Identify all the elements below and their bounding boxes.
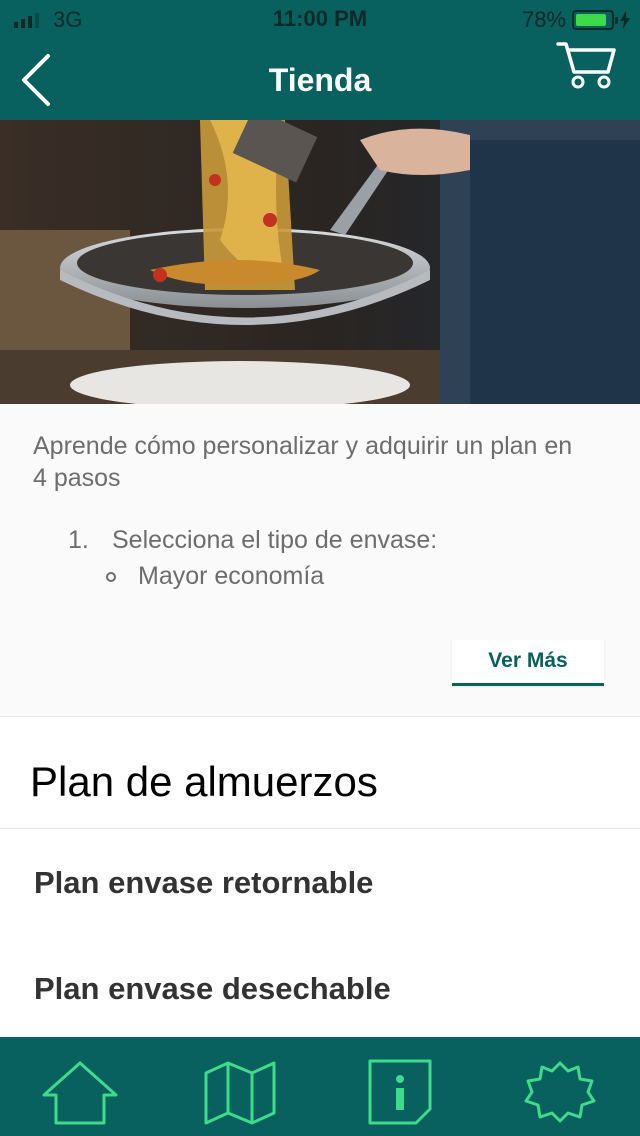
settings-icon[interactable] <box>520 1057 600 1127</box>
ver-mas-button[interactable]: Ver Más <box>452 640 604 686</box>
battery-percent: 78% <box>521 7 566 32</box>
battery-status: 78% <box>522 7 630 33</box>
info-card: Aprende cómo personalizar y adquirir un … <box>0 404 640 716</box>
charging-icon <box>620 11 630 29</box>
hero-image <box>0 120 640 404</box>
info-icon[interactable] <box>360 1057 440 1127</box>
tab-bar <box>0 1037 640 1136</box>
nav-bar: Tienda <box>0 40 640 120</box>
step-number: 1. <box>68 526 89 554</box>
bullet-text: Mayor economía <box>138 562 325 590</box>
cart-icon[interactable] <box>556 40 618 90</box>
bullet-icon <box>106 572 116 583</box>
home-icon[interactable] <box>40 1057 120 1127</box>
plan-item-retornable[interactable]: Plan envase retornable <box>0 828 640 939</box>
plan-label: Plan envase desechable <box>34 971 391 1006</box>
map-icon[interactable] <box>200 1057 280 1127</box>
section-title: Plan de almuerzos <box>30 758 378 805</box>
plan-item-desechable[interactable]: Plan envase desechable <box>0 937 640 1037</box>
divider <box>0 716 640 717</box>
status-bar: 3G 11:00 PM 78% <box>0 0 640 40</box>
step-text: Selecciona el tipo de envase: <box>112 526 438 554</box>
intro-text: Aprende cómo personalizar y adquirir un … <box>33 432 573 492</box>
page-title: Tienda <box>268 62 372 98</box>
step-item: 1. Selecciona el tipo de envase: <box>68 526 437 555</box>
plan-label: Plan envase retornable <box>34 865 374 900</box>
battery-icon <box>572 10 618 30</box>
bullet-item: Mayor economía <box>106 562 606 592</box>
